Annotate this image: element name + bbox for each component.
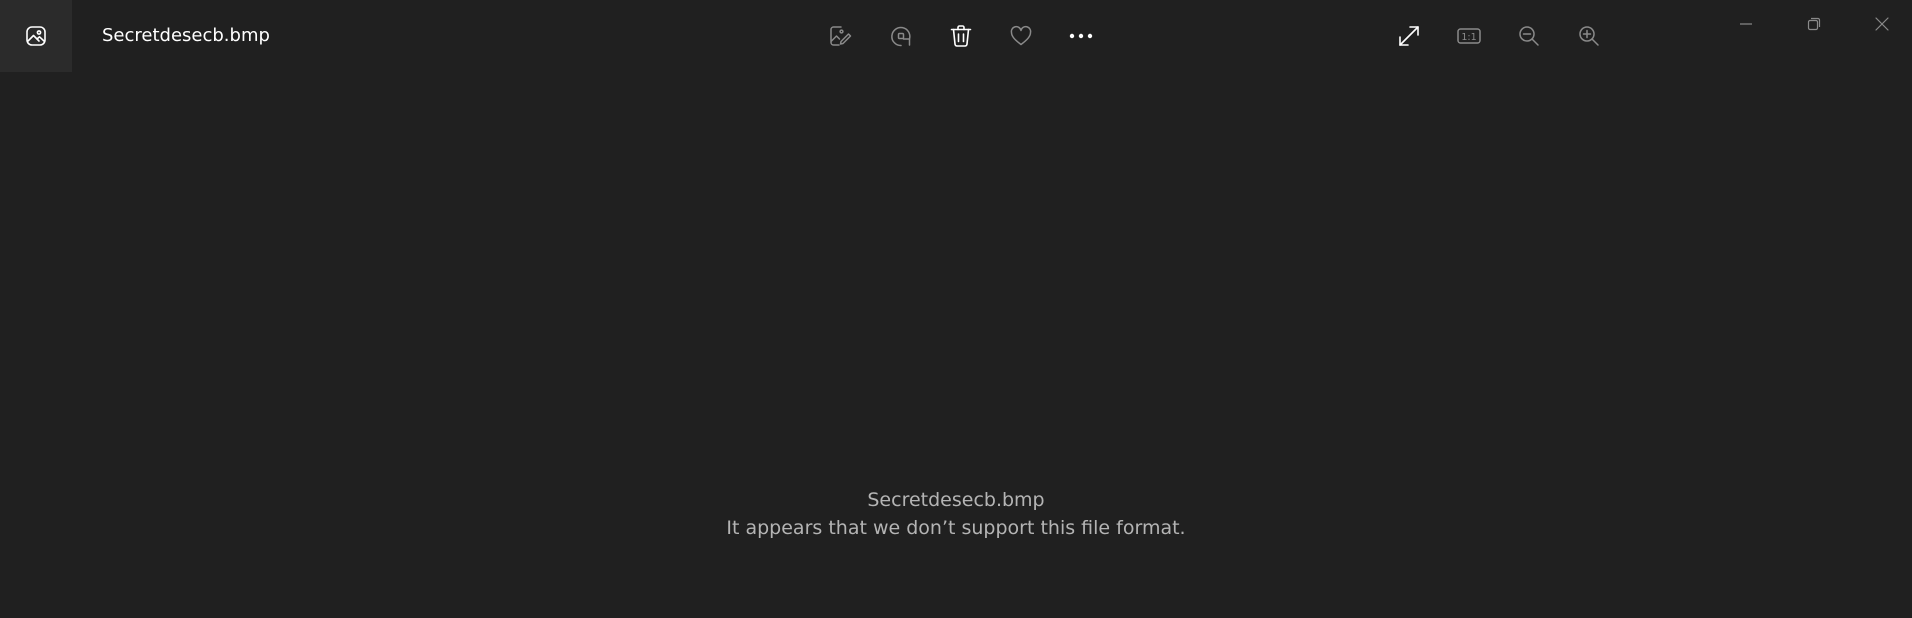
unsupported-format-message: Secretdesecb.bmp It appears that we don’… [0, 486, 1912, 542]
actual-size-button[interactable]: 1:1 [1449, 16, 1489, 56]
close-icon [1875, 17, 1889, 31]
window-title: Secretdesecb.bmp [102, 25, 270, 46]
actual-size-icon: 1:1 [1457, 28, 1481, 44]
svg-text:1:1: 1:1 [1461, 32, 1476, 43]
photos-app-window: Secretdesecb.bmp 1:1 Secretdesecb.bmp It… [0, 0, 1912, 618]
more-options-button[interactable] [1061, 16, 1101, 56]
app-icon-button[interactable] [0, 0, 72, 72]
close-button[interactable] [1848, 0, 1912, 48]
minimize-icon [1740, 23, 1752, 25]
restore-button[interactable] [1780, 0, 1848, 48]
delete-button[interactable] [941, 16, 981, 56]
edit-image-icon [830, 26, 852, 46]
zoom-out-button[interactable] [1509, 16, 1549, 56]
heart-icon [1010, 25, 1032, 46]
favorite-button[interactable] [1001, 16, 1041, 56]
delete-icon [950, 25, 972, 47]
zoom-in-button[interactable] [1569, 16, 1609, 56]
message-error-text: It appears that we don’t support this fi… [726, 517, 1186, 539]
message-file-name: Secretdesecb.bmp [867, 489, 1045, 511]
fullscreen-icon [1399, 26, 1419, 46]
minimize-button[interactable] [1712, 0, 1780, 48]
restore-icon [1807, 17, 1821, 31]
zoom-out-icon [1519, 26, 1539, 46]
zoom-in-icon [1579, 26, 1599, 46]
more-icon [1069, 33, 1093, 39]
fullscreen-button[interactable] [1389, 16, 1429, 56]
photos-app-icon [26, 26, 46, 46]
edit-image-button[interactable] [820, 16, 860, 56]
rotate-button[interactable] [881, 16, 921, 56]
rotate-icon [891, 26, 911, 47]
title-bar: Secretdesecb.bmp 1:1 [0, 0, 1912, 72]
